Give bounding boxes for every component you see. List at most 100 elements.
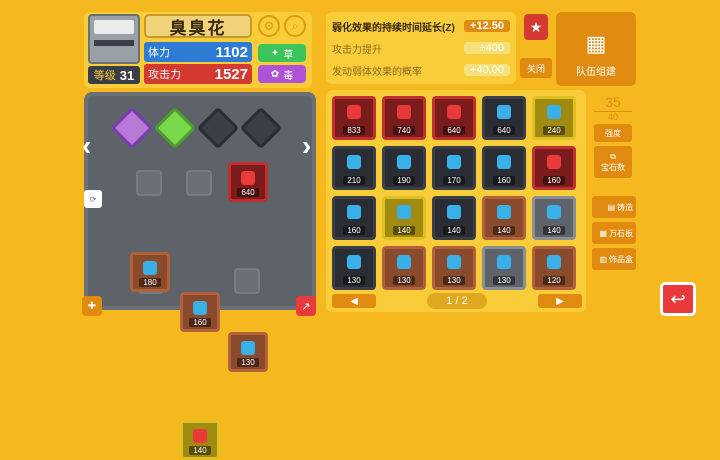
- gem-icon: [397, 105, 411, 119]
- next-page-button[interactable]: ▶: [538, 294, 582, 308]
- rotate-button[interactable]: ⟳: [84, 190, 102, 208]
- inventory-stone[interactable]: 140: [382, 196, 426, 240]
- pokemon-avatar: [88, 14, 140, 64]
- gem-icon: [497, 105, 511, 119]
- inventory-stone[interactable]: 160: [332, 196, 376, 240]
- stone-value: 130: [237, 358, 259, 367]
- gem-icon: [143, 261, 157, 275]
- inventory-stone[interactable]: 740: [382, 96, 426, 140]
- empty-slot[interactable]: [136, 170, 162, 196]
- inventory-stone[interactable]: 640: [482, 96, 526, 140]
- bonus-label: 攻击力提升: [332, 44, 382, 56]
- page-indicator: 1 / 2: [427, 293, 487, 309]
- inventory-stone[interactable]: 120: [532, 246, 576, 290]
- type2-label: 毒: [283, 70, 294, 82]
- inventory-stone[interactable]: 190: [382, 146, 426, 190]
- gem-icon: [447, 155, 461, 169]
- gem-icon: [347, 205, 361, 219]
- stone-value: 140: [189, 446, 211, 455]
- inventory-stone[interactable]: 130: [332, 246, 376, 290]
- empty-slot[interactable]: [186, 170, 212, 196]
- board-stone[interactable]: 160: [180, 292, 220, 332]
- inventory-stone[interactable]: 240: [532, 96, 576, 140]
- inventory-stone[interactable]: 210: [332, 146, 376, 190]
- stone-board-button[interactable]: ▦ 万石板: [592, 222, 636, 244]
- gem-icon: [547, 205, 561, 219]
- stone-value: 130: [393, 276, 415, 285]
- bonus-row: 发动弱体效果的概率 +40.00: [332, 60, 510, 80]
- stone-value: 210: [343, 176, 365, 185]
- help-button[interactable]: ✚: [82, 296, 102, 316]
- gem-icon: [397, 205, 411, 219]
- inventory-stone[interactable]: 130: [432, 246, 476, 290]
- close-button[interactable]: 关闭: [520, 58, 552, 78]
- hp-label: 体力: [148, 47, 170, 59]
- board-icon: ▦: [599, 228, 607, 238]
- stone-value: 130: [493, 276, 515, 285]
- capacity-max: 40: [594, 111, 632, 122]
- back-button[interactable]: ↩: [660, 282, 696, 316]
- stone-value: 640: [237, 188, 259, 197]
- prev-pokemon-arrow[interactable]: ‹: [82, 130, 91, 162]
- inventory-pager: ◀ 1 / 2 ▶: [332, 292, 582, 310]
- bonus-row: 弱化效果的持续时间延长(Z) +12.50: [332, 16, 510, 36]
- share-button[interactable]: ↗: [296, 296, 316, 316]
- gem-count-button[interactable]: ⧉ 宝石数: [594, 146, 632, 178]
- board-stone[interactable]: 180: [130, 252, 170, 292]
- board-stone[interactable]: 130: [228, 332, 268, 372]
- favorite-star-button[interactable]: ★: [524, 14, 548, 40]
- header-icons: ⚙ ⌕: [258, 14, 308, 38]
- decoration-box-button[interactable]: ▥ 饰品盒: [592, 248, 636, 270]
- stone-value: 833: [343, 126, 365, 135]
- gem-icon: [547, 255, 561, 269]
- gem-icon: [193, 429, 207, 443]
- gem-icon: [347, 155, 361, 169]
- inventory-stone[interactable]: 160: [532, 146, 576, 190]
- bonus-value: +40.00: [464, 64, 510, 76]
- inventory-stone[interactable]: 130: [382, 246, 426, 290]
- inventory-stone[interactable]: 160: [482, 146, 526, 190]
- bonus-label: 弱化效果的持续时间延长(Z): [332, 22, 455, 34]
- inventory-stone[interactable]: 140: [432, 196, 476, 240]
- inventory-stone[interactable]: 640: [432, 96, 476, 140]
- gem-icon: [347, 105, 361, 119]
- hp-stat: 体力 1102: [144, 42, 252, 62]
- stone-value: 140: [543, 226, 565, 235]
- inventory-stone[interactable]: 140: [482, 196, 526, 240]
- next-pokemon-arrow[interactable]: ›: [302, 130, 311, 162]
- bonus-row: 攻击力提升 +400: [332, 38, 510, 58]
- grass-icon: ✦: [270, 47, 280, 59]
- level-badge: 等级 31: [88, 66, 140, 84]
- gem-icon: [397, 255, 411, 269]
- inventory-stone[interactable]: 170: [432, 146, 476, 190]
- team-bonus-button[interactable]: ▦ 队伍组建: [556, 12, 636, 86]
- board-stone[interactable]: 640: [228, 162, 268, 202]
- stone-value: 140: [393, 226, 415, 235]
- type-badge-poison: ✿ 毒: [258, 65, 306, 83]
- bonus-label: 发动弱体效果的概率: [332, 66, 422, 78]
- poison-icon: ✿: [270, 68, 280, 80]
- gem-icon: [497, 255, 511, 269]
- inventory-stone[interactable]: 140: [532, 196, 576, 240]
- craft-label: 铸造: [617, 202, 633, 212]
- prev-page-button[interactable]: ◀: [332, 294, 376, 308]
- stone-value: 640: [493, 126, 515, 135]
- inventory-stone[interactable]: 130: [482, 246, 526, 290]
- board-stone[interactable]: 140: [180, 420, 220, 460]
- gem-icon: [241, 171, 255, 185]
- gem-icon: [397, 155, 411, 169]
- gem-icon: [193, 301, 207, 315]
- empty-slot[interactable]: [234, 268, 260, 294]
- gem-icon: [497, 155, 511, 169]
- inventory-stone[interactable]: 833: [332, 96, 376, 140]
- gem-icon: [241, 341, 255, 355]
- stone-value: 140: [493, 226, 515, 235]
- gem-icon: [447, 105, 461, 119]
- sort-button[interactable]: 强度: [594, 124, 632, 142]
- type1-label: 草: [283, 49, 294, 61]
- search-icon[interactable]: ⌕: [284, 15, 306, 37]
- craft-button[interactable]: ▤ 铸造: [592, 196, 636, 218]
- type-badge-grass: ✦ 草: [258, 44, 306, 62]
- gear-icon[interactable]: ⚙: [258, 15, 280, 37]
- pokemon-name: 臭臭花: [144, 14, 252, 38]
